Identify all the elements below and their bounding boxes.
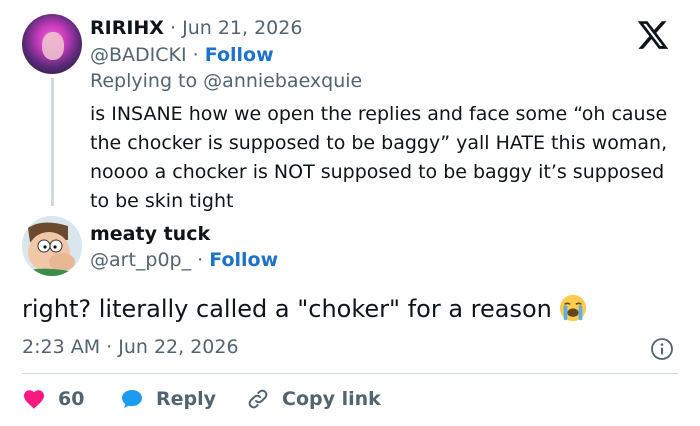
copy-link-button[interactable]: Copy link xyxy=(246,386,381,412)
parent-display-name[interactable]: RIRIHX xyxy=(90,17,164,39)
copy-link-label: Copy link xyxy=(282,388,381,410)
reply-button[interactable]: Reply xyxy=(120,386,216,412)
main-handle-row: @art_p0p_ · Follow xyxy=(90,249,278,271)
parent-follow-button[interactable]: Follow xyxy=(205,44,274,66)
parent-tweet-text: is INSANE how we open the replies and fa… xyxy=(90,103,668,212)
replying-prefix: Replying to xyxy=(90,70,198,92)
parent-handle[interactable]: @BADICKI xyxy=(90,44,187,66)
x-logo-icon[interactable] xyxy=(636,18,670,52)
link-icon xyxy=(248,389,268,409)
like-button[interactable]: 60 xyxy=(22,386,84,412)
main-display-name[interactable]: meaty tuck xyxy=(90,223,210,245)
parent-date[interactable]: Jun 21, 2026 xyxy=(182,17,302,39)
divider xyxy=(22,373,678,374)
main-follow-button[interactable]: Follow xyxy=(209,249,278,271)
avatar-face xyxy=(42,32,64,60)
separator: · xyxy=(170,17,177,39)
parent-handle-row: @BADICKI · Follow xyxy=(90,44,274,66)
separator: · xyxy=(197,249,204,271)
heart-icon xyxy=(24,390,44,409)
replying-to-row: Replying to @anniebaexquie xyxy=(90,70,362,92)
main-handle[interactable]: @art_p0p_ xyxy=(90,249,191,271)
main-tweet-text-row: right? literally called a "choker" for a… xyxy=(22,293,588,323)
main-header: meaty tuck xyxy=(90,223,210,245)
main-avatar[interactable] xyxy=(22,216,82,276)
loudly-crying-face-icon xyxy=(559,294,586,322)
reply-label: Reply xyxy=(156,388,217,410)
info-icon[interactable] xyxy=(650,337,674,361)
reply-bubble-icon xyxy=(122,390,142,408)
replying-to-handle[interactable]: @anniebaexquie xyxy=(203,70,362,92)
main-tweet-text: right? literally called a "choker" for a… xyxy=(22,295,552,323)
separator: · xyxy=(192,44,199,66)
like-count: 60 xyxy=(58,388,85,410)
thread-line xyxy=(51,78,54,206)
cartoon-avatar-icon xyxy=(22,216,82,276)
main-timestamp[interactable]: 2:23 AM · Jun 22, 2026 xyxy=(22,336,239,358)
parent-avatar[interactable] xyxy=(22,14,82,74)
parent-header: RIRIHX · Jun 21, 2026 xyxy=(90,17,302,39)
